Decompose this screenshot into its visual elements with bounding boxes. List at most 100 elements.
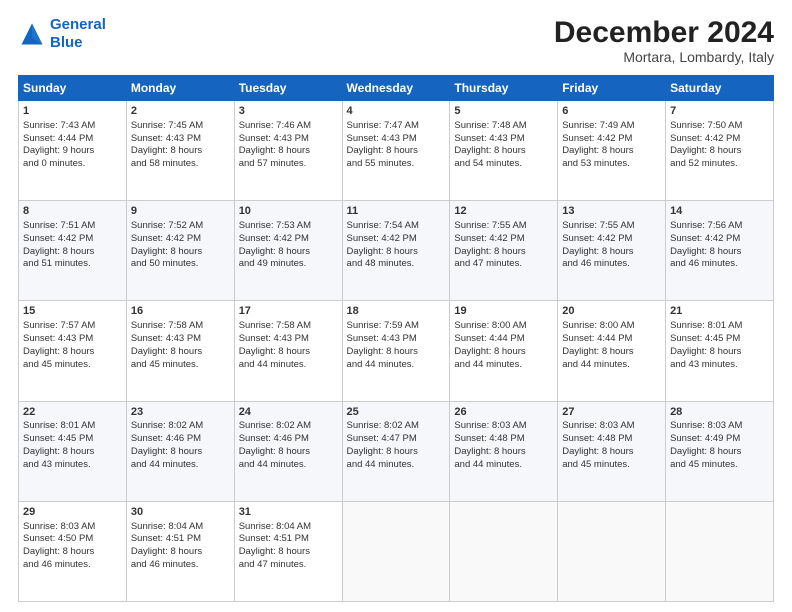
day-info-line: Daylight: 8 hours — [562, 145, 633, 156]
day-info-line: Daylight: 8 hours — [347, 145, 418, 156]
top-section: General Blue December 2024 Mortara, Lomb… — [18, 16, 774, 65]
calendar-cell-w5-d5 — [558, 501, 666, 601]
day-info-line: Sunset: 4:42 PM — [670, 133, 740, 144]
day-info-line: Sunset: 4:42 PM — [670, 233, 740, 244]
day-info-line: Sunrise: 8:04 AM — [239, 521, 311, 532]
day-number: 12 — [454, 204, 553, 219]
day-info-line: Daylight: 8 hours — [670, 446, 741, 457]
col-saturday: Saturday — [666, 76, 774, 101]
day-info-line: and 0 minutes. — [23, 158, 85, 169]
day-info-line: Daylight: 8 hours — [347, 346, 418, 357]
day-info-line: Sunset: 4:48 PM — [562, 433, 632, 444]
day-info-line: and 45 minutes. — [23, 359, 91, 370]
day-info-line: Daylight: 8 hours — [239, 446, 310, 457]
calendar-cell-w5-d0: 29Sunrise: 8:03 AMSunset: 4:50 PMDayligh… — [19, 501, 127, 601]
day-info-line: Daylight: 8 hours — [562, 246, 633, 257]
day-info-line: Daylight: 8 hours — [23, 246, 94, 257]
day-info-line: Sunset: 4:44 PM — [454, 333, 524, 344]
day-info-line: and 44 minutes. — [239, 359, 307, 370]
day-info-line: Sunrise: 8:02 AM — [347, 420, 419, 431]
calendar-week-5: 29Sunrise: 8:03 AMSunset: 4:50 PMDayligh… — [19, 501, 774, 601]
calendar-cell-w5-d1: 30Sunrise: 8:04 AMSunset: 4:51 PMDayligh… — [126, 501, 234, 601]
day-info-line: Sunset: 4:42 PM — [131, 233, 201, 244]
day-info-line: Sunrise: 7:43 AM — [23, 120, 95, 131]
calendar-cell-w4-d2: 24Sunrise: 8:02 AMSunset: 4:46 PMDayligh… — [234, 401, 342, 501]
calendar-cell-w1-d1: 2Sunrise: 7:45 AMSunset: 4:43 PMDaylight… — [126, 101, 234, 201]
day-info-line: and 47 minutes. — [239, 559, 307, 570]
day-info-line: and 52 minutes. — [670, 158, 738, 169]
day-info-line: Daylight: 8 hours — [454, 446, 525, 457]
day-info-line: and 43 minutes. — [23, 459, 91, 470]
day-info-line: Sunrise: 7:50 AM — [670, 120, 742, 131]
day-info-line: Sunrise: 8:03 AM — [23, 521, 95, 532]
col-friday: Friday — [558, 76, 666, 101]
day-info-line: Sunset: 4:42 PM — [562, 133, 632, 144]
day-number: 11 — [347, 204, 446, 219]
day-info-line: Daylight: 8 hours — [23, 446, 94, 457]
day-number: 16 — [131, 304, 230, 319]
day-info-line: and 45 minutes. — [562, 459, 630, 470]
day-number: 9 — [131, 204, 230, 219]
day-info-line: Sunrise: 7:51 AM — [23, 220, 95, 231]
day-info-line: Sunrise: 7:55 AM — [562, 220, 634, 231]
day-info-line: Sunrise: 8:02 AM — [131, 420, 203, 431]
day-number: 27 — [562, 405, 661, 420]
day-number: 23 — [131, 405, 230, 420]
day-info-line: Sunset: 4:51 PM — [239, 533, 309, 544]
day-info-line: Sunrise: 8:04 AM — [131, 521, 203, 532]
day-info-line: Sunset: 4:47 PM — [347, 433, 417, 444]
day-info-line: Sunset: 4:50 PM — [23, 533, 93, 544]
day-info-line: Daylight: 8 hours — [131, 546, 202, 557]
day-info-line: Sunset: 4:43 PM — [347, 133, 417, 144]
day-info-line: and 45 minutes. — [670, 459, 738, 470]
day-info-line: Sunset: 4:42 PM — [23, 233, 93, 244]
day-info-line: Sunrise: 7:57 AM — [23, 320, 95, 331]
calendar-cell-w5-d2: 31Sunrise: 8:04 AMSunset: 4:51 PMDayligh… — [234, 501, 342, 601]
day-info-line: Sunset: 4:43 PM — [347, 333, 417, 344]
day-info-line: Sunset: 4:42 PM — [239, 233, 309, 244]
calendar-cell-w2-d1: 9Sunrise: 7:52 AMSunset: 4:42 PMDaylight… — [126, 201, 234, 301]
col-sunday: Sunday — [19, 76, 127, 101]
day-info-line: Daylight: 8 hours — [670, 346, 741, 357]
day-info-line: Sunrise: 8:00 AM — [562, 320, 634, 331]
day-info-line: and 46 minutes. — [131, 559, 199, 570]
day-info-line: Daylight: 8 hours — [562, 446, 633, 457]
calendar-cell-w2-d3: 11Sunrise: 7:54 AMSunset: 4:42 PMDayligh… — [342, 201, 450, 301]
day-info-line: and 55 minutes. — [347, 158, 415, 169]
day-number: 13 — [562, 204, 661, 219]
calendar-cell-w2-d2: 10Sunrise: 7:53 AMSunset: 4:42 PMDayligh… — [234, 201, 342, 301]
calendar-week-3: 15Sunrise: 7:57 AMSunset: 4:43 PMDayligh… — [19, 301, 774, 401]
col-tuesday: Tuesday — [234, 76, 342, 101]
day-number: 22 — [23, 405, 122, 420]
logo-line2: Blue — [50, 34, 83, 51]
day-number: 25 — [347, 405, 446, 420]
day-info-line: Sunset: 4:45 PM — [670, 333, 740, 344]
day-info-line: Sunrise: 7:47 AM — [347, 120, 419, 131]
day-info-line: and 44 minutes. — [454, 359, 522, 370]
day-number: 8 — [23, 204, 122, 219]
day-number: 17 — [239, 304, 338, 319]
logo-icon — [18, 20, 46, 48]
day-info-line: and 48 minutes. — [347, 258, 415, 269]
day-info-line: Sunrise: 8:02 AM — [239, 420, 311, 431]
day-info-line: and 53 minutes. — [562, 158, 630, 169]
calendar-cell-w3-d5: 20Sunrise: 8:00 AMSunset: 4:44 PMDayligh… — [558, 301, 666, 401]
day-info-line: Sunrise: 8:03 AM — [562, 420, 634, 431]
location: Mortara, Lombardy, Italy — [554, 49, 774, 65]
day-info-line: Daylight: 8 hours — [131, 346, 202, 357]
title-section: December 2024 Mortara, Lombardy, Italy — [554, 16, 774, 65]
day-info-line: and 44 minutes. — [131, 459, 199, 470]
day-number: 7 — [670, 104, 769, 119]
day-info-line: and 44 minutes. — [562, 359, 630, 370]
col-wednesday: Wednesday — [342, 76, 450, 101]
day-info-line: Daylight: 8 hours — [454, 346, 525, 357]
calendar-cell-w2-d4: 12Sunrise: 7:55 AMSunset: 4:42 PMDayligh… — [450, 201, 558, 301]
day-info-line: Sunset: 4:43 PM — [131, 333, 201, 344]
calendar-cell-w5-d6 — [666, 501, 774, 601]
calendar-cell-w4-d6: 28Sunrise: 8:03 AMSunset: 4:49 PMDayligh… — [666, 401, 774, 501]
calendar-cell-w1-d6: 7Sunrise: 7:50 AMSunset: 4:42 PMDaylight… — [666, 101, 774, 201]
col-thursday: Thursday — [450, 76, 558, 101]
day-number: 30 — [131, 505, 230, 520]
day-number: 19 — [454, 304, 553, 319]
day-info-line: Sunset: 4:49 PM — [670, 433, 740, 444]
